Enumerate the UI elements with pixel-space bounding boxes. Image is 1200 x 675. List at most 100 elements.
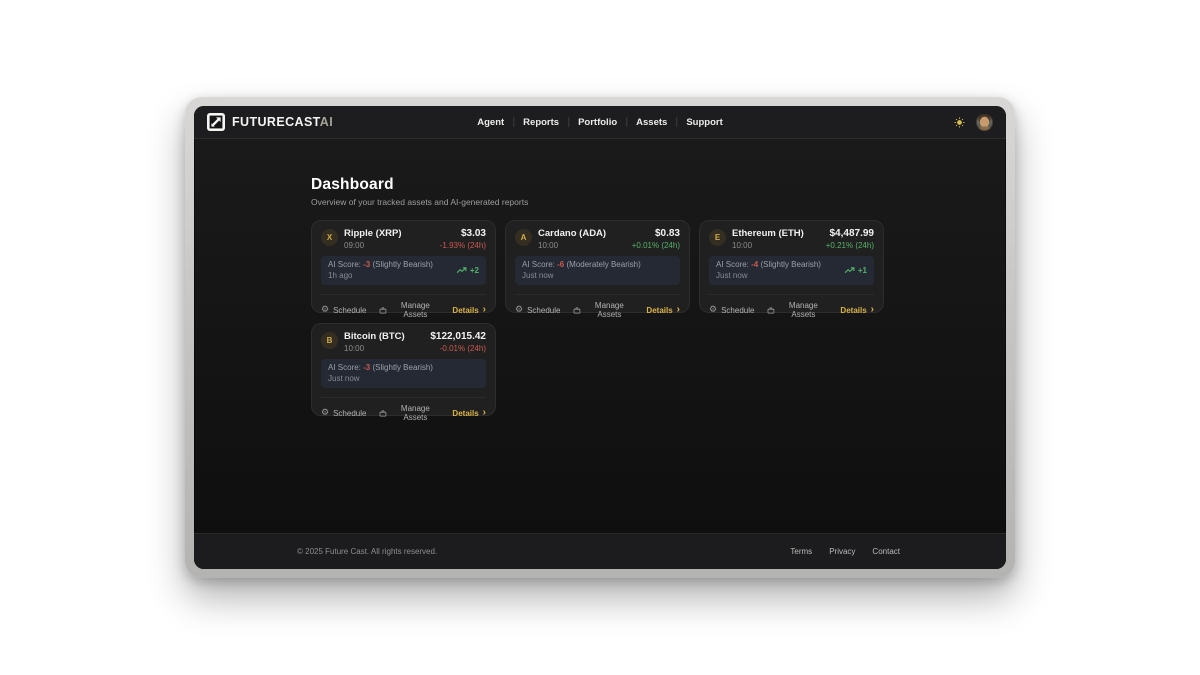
nav-item-assets[interactable]: Assets [627, 106, 676, 139]
ai-score-panel: AI Score: -3 (Slightly Bearish) 1h ago [321, 256, 486, 285]
theme-toggle-button[interactable] [954, 117, 965, 128]
manage-assets-button[interactable]: Manage Assets [767, 301, 827, 319]
divider [709, 294, 874, 295]
chevron-right-icon: › [871, 306, 874, 314]
ai-score-panel: AI Score: -4 (Slightly Bearish) Just now [709, 256, 874, 285]
asset-card-bitcoin: B Bitcoin (BTC) 10:00 $122,015.42 -0.01%… [311, 323, 496, 416]
footer-link-contact[interactable]: Contact [872, 547, 900, 556]
divider [515, 294, 680, 295]
ai-score-value: -3 [363, 363, 370, 372]
nav-item-agent[interactable]: Agent [468, 106, 513, 139]
details-button[interactable]: Details › [452, 306, 486, 315]
schedule-button[interactable]: ⚙ Schedule [515, 306, 560, 315]
ai-score-label: AI Score: [328, 363, 361, 372]
ai-sentiment: (Moderately Bearish) [567, 260, 641, 269]
asset-name: Ethereum (ETH) [732, 229, 804, 239]
ai-score-value: -6 [557, 260, 564, 269]
nav-item-reports[interactable]: Reports [514, 106, 568, 139]
chevron-right-icon: › [677, 306, 680, 314]
card-actions: ⚙ Schedule Manage Assets Details [321, 404, 486, 422]
asset-card-cardano: A Cardano (ADA) 10:00 $0.83 +0.01% (24h) [505, 220, 690, 313]
asset-initial-badge: A [515, 229, 532, 246]
app-screen: FUTURECASTAI Agent Reports Portfolio Ass… [194, 106, 1006, 569]
footer-link-privacy[interactable]: Privacy [829, 547, 855, 556]
gear-icon: ⚙ [709, 306, 717, 315]
trending-up-icon [844, 267, 855, 274]
sun-icon [954, 117, 965, 128]
trending-up-icon [456, 267, 467, 274]
gear-icon: ⚙ [321, 409, 329, 418]
details-button[interactable]: Details › [452, 409, 486, 418]
footer-link-terms[interactable]: Terms [790, 547, 812, 556]
asset-cards-grid: X Ripple (XRP) 09:00 $3.03 -1.93% (24h) [311, 220, 886, 416]
asset-initial-badge: B [321, 332, 338, 349]
ai-updated: Just now [716, 271, 821, 280]
ai-score-label: AI Score: [716, 260, 749, 269]
trend-indicator: +2 [456, 266, 479, 275]
ai-updated: 1h ago [328, 271, 433, 280]
ai-sentiment: (Slightly Bearish) [373, 260, 433, 269]
main-nav: Agent Reports Portfolio Assets Support [468, 106, 731, 138]
trend-value: +2 [470, 266, 479, 275]
brand-name: FUTURECASTAI [232, 115, 333, 129]
ai-updated: Just now [328, 374, 433, 383]
asset-price: $3.03 [440, 229, 486, 239]
card-actions: ⚙ Schedule Manage Assets Details [321, 301, 486, 319]
divider [321, 397, 486, 398]
schedule-button[interactable]: ⚙ Schedule [321, 306, 366, 315]
ai-score-panel: AI Score: -6 (Moderately Bearish) Just n… [515, 256, 680, 285]
ai-updated: Just now [522, 271, 641, 280]
asset-price: $4,487.99 [826, 229, 874, 239]
divider [321, 294, 486, 295]
briefcase-icon [379, 409, 387, 418]
asset-time: 10:00 [732, 241, 804, 250]
details-button[interactable]: Details › [646, 306, 680, 315]
nav-item-support[interactable]: Support [677, 106, 731, 139]
app-footer: © 2025 Future Cast. All rights reserved.… [194, 533, 1006, 569]
trend-indicator: +1 [844, 266, 867, 275]
manage-assets-button[interactable]: Manage Assets [379, 404, 439, 422]
trend-value: +1 [858, 266, 867, 275]
schedule-button[interactable]: ⚙ Schedule [709, 306, 754, 315]
asset-initial-badge: E [709, 229, 726, 246]
manage-assets-button[interactable]: Manage Assets [379, 301, 439, 319]
desktop-background: { "brand": { "name": "FUTURECAST", "suff… [0, 0, 1200, 675]
nav-item-portfolio[interactable]: Portfolio [569, 106, 626, 139]
asset-name: Bitcoin (BTC) [344, 332, 405, 342]
ai-score-label: AI Score: [328, 260, 361, 269]
asset-change: -0.01% (24h) [430, 344, 486, 353]
app-header: FUTURECASTAI Agent Reports Portfolio Ass… [194, 106, 1006, 139]
copyright-text: © 2025 Future Cast. All rights reserved. [297, 547, 437, 556]
ai-score-value: -3 [363, 260, 370, 269]
manage-assets-button[interactable]: Manage Assets [573, 301, 633, 319]
asset-name: Cardano (ADA) [538, 229, 606, 239]
ai-sentiment: (Slightly Bearish) [761, 260, 821, 269]
ai-score-value: -4 [751, 260, 758, 269]
asset-change: -1.93% (24h) [440, 241, 486, 250]
briefcase-icon [767, 306, 775, 315]
user-avatar[interactable] [976, 114, 993, 131]
asset-name: Ripple (XRP) [344, 229, 402, 239]
details-button[interactable]: Details › [840, 306, 874, 315]
asset-time: 10:00 [538, 241, 606, 250]
asset-change: +0.01% (24h) [632, 241, 680, 250]
main-area: Dashboard Overview of your tracked asset… [194, 139, 1006, 533]
card-actions: ⚙ Schedule Manage Assets Details [709, 301, 874, 319]
gear-icon: ⚙ [321, 306, 329, 315]
asset-initial-badge: X [321, 229, 338, 246]
schedule-button[interactable]: ⚙ Schedule [321, 409, 366, 418]
app-window: FUTURECASTAI Agent Reports Portfolio Ass… [185, 97, 1015, 578]
chevron-right-icon: › [483, 409, 486, 417]
chevron-right-icon: › [483, 306, 486, 314]
gear-icon: ⚙ [515, 306, 523, 315]
card-actions: ⚙ Schedule Manage Assets Details [515, 301, 680, 319]
asset-change: +0.21% (24h) [826, 241, 874, 250]
header-right [954, 114, 993, 131]
asset-time: 09:00 [344, 241, 402, 250]
brand: FUTURECASTAI [207, 113, 333, 131]
asset-card-ethereum: E Ethereum (ETH) 10:00 $4,487.99 +0.21% … [699, 220, 884, 313]
page-title: Dashboard [311, 176, 886, 194]
asset-price: $122,015.42 [430, 332, 486, 342]
ai-score-panel: AI Score: -3 (Slightly Bearish) Just now [321, 359, 486, 388]
asset-time: 10:00 [344, 344, 405, 353]
